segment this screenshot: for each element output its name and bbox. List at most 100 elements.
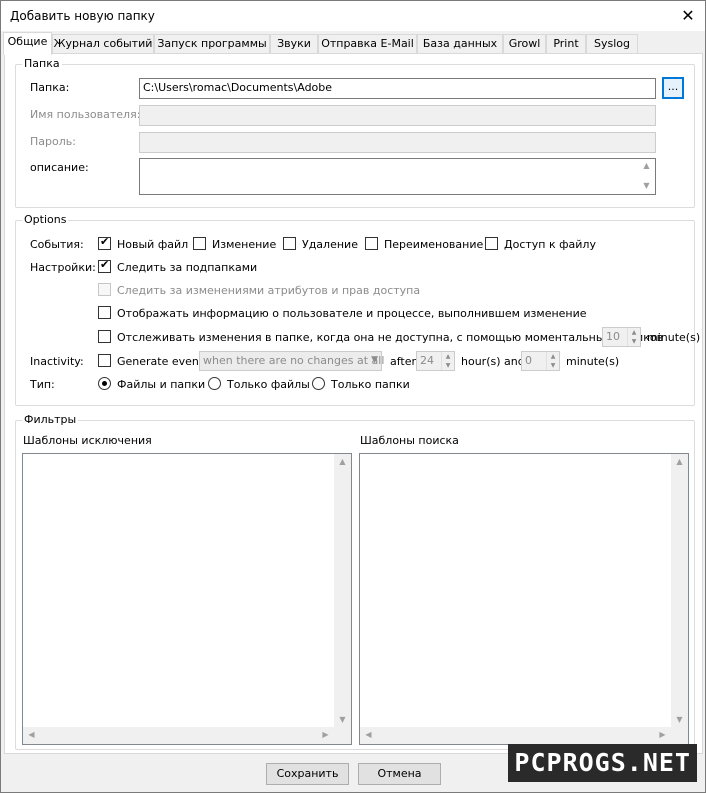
snapshots-interval-value: 10 (606, 330, 620, 343)
filters-group-label: Фильтры (22, 413, 79, 426)
event-delete-label: Удаление (302, 238, 358, 251)
tab-sounds[interactable]: Звуки (270, 34, 318, 54)
folder-group: Папка Папка: C:\Users\romac\Documents\Ad… (15, 57, 695, 208)
description-textarea[interactable]: ▲ ▼ (139, 158, 656, 195)
save-button[interactable]: Сохранить (266, 763, 349, 785)
horizontal-scrollbar[interactable]: ◀ ▶ (360, 727, 671, 744)
tab-database[interactable]: База данных (417, 34, 503, 54)
tab-syslog[interactable]: Syslog (586, 34, 638, 54)
event-rename-checkbox[interactable] (365, 237, 378, 250)
events-label: События: (30, 238, 84, 251)
hours-stepper[interactable]: 24 ▲ ▼ (416, 351, 455, 371)
scroll-down-icon[interactable]: ▼ (334, 715, 351, 724)
tab-run-program[interactable]: Запуск программы (154, 34, 270, 54)
scroll-down-icon[interactable]: ▼ (671, 715, 688, 724)
generate-event-label: Generate event (117, 355, 204, 368)
attributes-checkbox[interactable] (98, 283, 111, 296)
folder-group-label: Папка (22, 57, 62, 70)
username-label: Имя пользователя: (30, 108, 141, 121)
vertical-scrollbar[interactable]: ▲ ▼ (334, 454, 351, 727)
tab-email[interactable]: Отправка E-Mail (318, 34, 417, 54)
after-label: after (390, 355, 417, 368)
vertical-scrollbar[interactable]: ▲ ▼ (671, 454, 688, 727)
scroll-corner (334, 727, 351, 744)
subfolders-label: Следить за подпапками (117, 261, 258, 274)
generate-event-checkbox[interactable] (98, 354, 111, 367)
spin-arrows-icon[interactable]: ▲ ▼ (546, 352, 559, 370)
inactivity-condition-value: when there are no changes at all (203, 354, 385, 367)
tab-growl[interactable]: Growl (503, 34, 546, 54)
scroll-left-icon[interactable]: ◀ (23, 730, 40, 739)
dialog-window: Добавить новую папку ✕ Общие Журнал собы… (0, 0, 706, 793)
event-change-label: Изменение (212, 238, 277, 251)
minutes-stepper[interactable]: 0 ▲ ▼ (521, 351, 560, 371)
exclude-patterns-label: Шаблоны исключения (23, 434, 152, 447)
settings-label: Настройки: (30, 261, 96, 274)
chevron-down-icon: ▼ (371, 355, 378, 365)
title-bar: Добавить новую папку ✕ (1, 1, 705, 31)
userinfo-checkbox[interactable] (98, 306, 111, 319)
scroll-down-icon[interactable]: ▼ (638, 181, 655, 190)
spin-arrows-icon[interactable]: ▲ ▼ (627, 328, 640, 346)
event-new-file-checkbox[interactable]: ✔ (98, 235, 111, 250)
folder-path-input[interactable]: C:\Users\romac\Documents\Adobe (139, 78, 656, 99)
window-title: Добавить новую папку (10, 9, 155, 23)
watermark-logo: PCPROGS.NET (508, 744, 697, 782)
radio-selected-icon (102, 381, 107, 386)
event-delete-checkbox[interactable] (283, 237, 296, 250)
scroll-right-icon[interactable]: ▶ (317, 730, 334, 739)
type-files-only-radio[interactable] (208, 377, 221, 390)
description-label: описание: (30, 161, 89, 174)
minutes-unit-label: minute(s) (566, 355, 620, 368)
tab-print[interactable]: Print (546, 34, 586, 54)
close-icon[interactable]: ✕ (671, 1, 705, 31)
password-label: Пароль: (30, 135, 76, 148)
snapshots-interval-stepper[interactable]: 10 ▲ ▼ (602, 327, 641, 347)
type-folders-only-radio[interactable] (312, 377, 325, 390)
hours-unit-label: hour(s) and (461, 355, 525, 368)
type-files-and-folders-radio[interactable] (98, 377, 111, 390)
horizontal-scrollbar[interactable]: ◀ ▶ (23, 727, 334, 744)
scroll-up-icon[interactable]: ▲ (638, 161, 655, 170)
spin-arrows-icon[interactable]: ▲ ▼ (441, 352, 454, 370)
type-folders-only-label: Только папки (331, 378, 410, 391)
cancel-button[interactable]: Отмена (358, 763, 441, 785)
scroll-up-icon[interactable]: ▲ (334, 457, 351, 466)
filters-group: Фильтры Шаблоны исключения Шаблоны поиск… (15, 413, 695, 750)
attributes-label: Следить за изменениями атрибутов и прав … (117, 284, 421, 297)
minutes-value: 0 (525, 354, 532, 367)
event-access-checkbox[interactable] (485, 237, 498, 250)
tab-event-log[interactable]: Журнал событий (52, 34, 154, 54)
browse-button[interactable]: ... (662, 77, 684, 99)
options-group: Options События: ✔ Новый файл Изменение … (15, 213, 700, 406)
subfolders-checkbox[interactable]: ✔ (98, 258, 111, 273)
snapshots-checkbox[interactable] (98, 330, 111, 343)
snapshots-label: Отслеживать изменения в папке, когда она… (117, 331, 664, 344)
type-label: Тип: (30, 378, 55, 391)
folder-label: Папка: (30, 81, 70, 94)
inactivity-condition-select[interactable]: when there are no changes at all ▼ (199, 351, 385, 371)
scroll-up-icon[interactable]: ▲ (671, 457, 688, 466)
check-icon: ✔ (100, 235, 110, 248)
scroll-corner (671, 727, 688, 744)
event-access-label: Доступ к файлу (504, 238, 596, 251)
event-new-file-label: Новый файл (117, 238, 189, 251)
search-patterns-label: Шаблоны поиска (360, 434, 459, 447)
username-input[interactable] (139, 105, 656, 126)
scroll-right-icon[interactable]: ▶ (654, 730, 671, 739)
tab-general[interactable]: Общие (3, 32, 52, 55)
options-group-label: Options (22, 213, 69, 226)
search-patterns-list[interactable]: ▲ ▼ ◀ ▶ (359, 453, 689, 745)
userinfo-label: Отображать информацию о пользователе и п… (117, 307, 587, 320)
exclude-patterns-list[interactable]: ▲ ▼ ◀ ▶ (22, 453, 352, 745)
general-tab-panel: Папка Папка: C:\Users\romac\Documents\Ad… (4, 53, 703, 754)
check-icon: ✔ (100, 258, 110, 271)
event-rename-label: Переименование (384, 238, 484, 251)
password-input[interactable] (139, 132, 656, 153)
type-files-and-folders-label: Файлы и папки (117, 378, 206, 391)
type-files-only-label: Только файлы (227, 378, 310, 391)
hours-value: 24 (420, 354, 434, 367)
event-change-checkbox[interactable] (193, 237, 206, 250)
scroll-left-icon[interactable]: ◀ (360, 730, 377, 739)
snapshots-unit-label: minute(s) (647, 331, 701, 344)
